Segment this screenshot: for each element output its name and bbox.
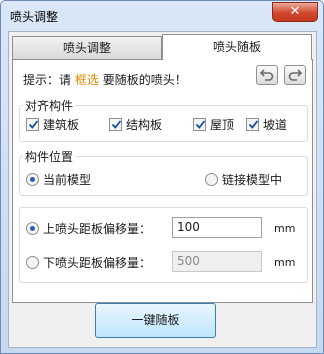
- lower-offset-input[interactable]: 500: [172, 251, 262, 272]
- radio-label: 当前模型: [43, 173, 92, 187]
- follow-slab-button[interactable]: 一键随板: [95, 303, 216, 338]
- radio-unselected-icon: [205, 173, 218, 186]
- hint-suffix: 要随板的喷头！: [102, 73, 187, 87]
- radio-label: 下喷头距板偏移量：: [43, 256, 152, 270]
- hint-prefix: 提示：请: [23, 73, 72, 87]
- title-bar[interactable]: 喷头调整 ✕: [1, 1, 323, 31]
- checkbox-roof[interactable]: 屋顶: [193, 116, 234, 132]
- checkbox-ramp[interactable]: 坡道: [246, 116, 287, 132]
- checkbox-label: 结构板: [126, 118, 163, 132]
- radio-linked-model[interactable]: 链接模型中: [205, 171, 282, 187]
- checkbox-structural-slab[interactable]: 结构板: [109, 116, 162, 132]
- radio-current-model[interactable]: 当前模型: [26, 171, 91, 187]
- checkbox-label: 屋顶: [210, 118, 235, 132]
- radio-selected-icon: [26, 173, 39, 186]
- radio-upper-offset[interactable]: 上喷头距板偏移量：: [26, 220, 151, 236]
- hint-select-link[interactable]: 框选: [75, 73, 99, 87]
- tab-panel: 提示：请 框选 要随板的喷头！ 对齐构件 建筑板 结构板 屋顶 坡道 构件位置 …: [12, 59, 313, 303]
- dialog-body: 喷头调整 喷头随板 提示：请 框选 要随板的喷头！ 对齐构件 建筑板 结构板 屋…: [8, 31, 317, 348]
- close-button[interactable]: ✕: [272, 2, 318, 22]
- checkbox-checked-icon: [193, 118, 206, 131]
- radio-selected-icon: [26, 222, 39, 235]
- checkbox-building-slab[interactable]: 建筑板: [26, 116, 79, 132]
- align-components-group: 对齐构件 建筑板 结构板 屋顶 坡道: [19, 97, 308, 142]
- hint-text: 提示：请 框选 要随板的喷头！: [23, 71, 187, 87]
- offset-group: 上喷头距板偏移量： 100 mm 下喷头距板偏移量： 500 mm: [19, 207, 308, 283]
- tab-nozzle-adjust[interactable]: 喷头调整: [12, 36, 162, 59]
- dialog-window: 喷头调整 ✕ 喷头调整 喷头随板 提示：请 框选 要随板的喷头！ 对齐构件 建筑…: [0, 0, 324, 354]
- tab-nozzle-follow-slab[interactable]: 喷头随板: [162, 34, 312, 60]
- checkbox-checked-icon: [246, 118, 259, 131]
- radio-label: 上喷头距板偏移量：: [43, 222, 152, 236]
- checkbox-checked-icon: [109, 118, 122, 131]
- lower-offset-unit: mm: [274, 256, 296, 269]
- radio-label: 链接模型中: [222, 173, 283, 187]
- upper-offset-input[interactable]: 100: [172, 217, 262, 238]
- undo-button[interactable]: [256, 65, 278, 85]
- radio-lower-offset[interactable]: 下喷头距板偏移量：: [26, 254, 151, 270]
- undo-icon: [259, 69, 274, 81]
- checkbox-label: 坡道: [263, 118, 288, 132]
- position-group-title: 构件位置: [23, 148, 76, 165]
- component-position-group: 构件位置 当前模型 链接模型中: [19, 148, 308, 196]
- upper-offset-unit: mm: [274, 222, 296, 235]
- window-title: 喷头调整: [10, 10, 59, 24]
- checkbox-checked-icon: [26, 118, 39, 131]
- radio-unselected-icon: [26, 256, 39, 269]
- redo-button[interactable]: [284, 65, 306, 85]
- redo-icon: [288, 69, 303, 81]
- checkbox-label: 建筑板: [43, 118, 80, 132]
- align-group-title: 对齐构件: [23, 97, 76, 114]
